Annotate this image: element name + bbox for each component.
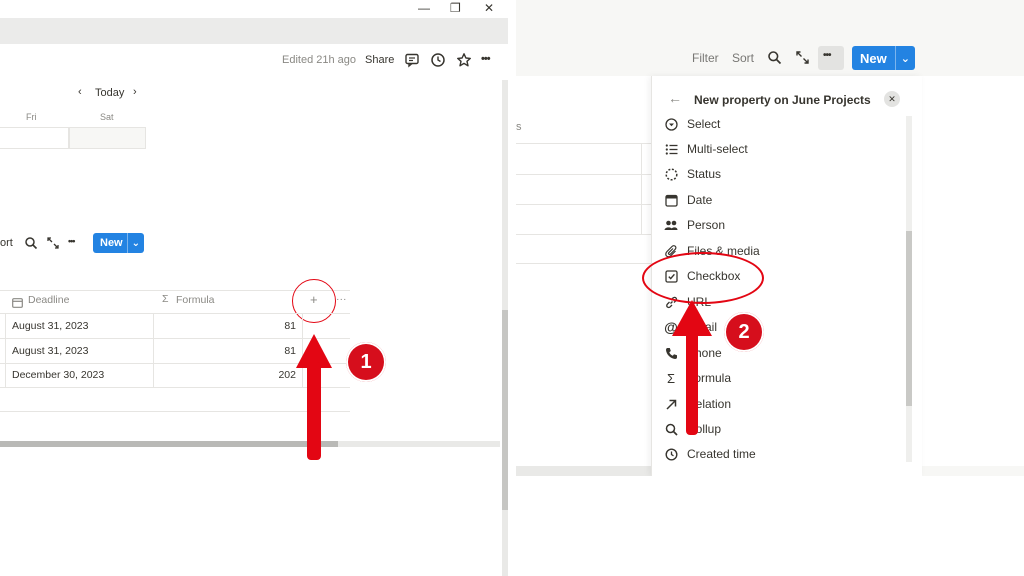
property-type-select[interactable]: Select [664,113,720,135]
select-icon [664,117,678,131]
share-button[interactable]: Share [365,54,394,66]
highlight-ellipse-checkbox [642,252,764,304]
row-divider [516,234,651,235]
phone-icon [664,346,678,360]
table-cell-deadline[interactable]: December 30, 2023 [12,369,104,381]
row-divider [0,411,350,412]
person-icon [664,218,678,232]
view-more-button[interactable]: ••• [68,236,76,246]
horizontal-scrollbar-track[interactable] [516,466,651,476]
expand-icon[interactable] [795,50,810,65]
arrow-up-right-icon [664,397,678,411]
sort-button[interactable]: ort [0,237,13,249]
filter-button[interactable]: Filter [692,51,719,65]
row-divider [516,263,651,264]
row-divider [516,174,651,175]
today-button[interactable]: Today [95,87,124,99]
annotation-arrow-shaft [307,362,321,460]
sort-button[interactable]: Sort [732,51,754,65]
expand-icon[interactable] [46,236,60,250]
chevron-down-icon[interactable]: ⌄ [126,233,144,253]
annotation-arrow-shaft [686,330,698,435]
day-header-fri: Fri [26,112,37,122]
new-button[interactable]: New ⌄ [93,233,144,253]
more-options-button[interactable]: ••• [481,53,491,65]
step-number-badge: 2 [724,312,764,352]
clock-icon [664,447,678,461]
col-divider [153,313,154,387]
calendar-cell-fri[interactable] [0,127,69,149]
list-icon [664,142,678,156]
property-type-label: Date [687,193,713,207]
minimize-button[interactable]: — [418,1,430,15]
new-button[interactable]: New ⌄ [852,46,915,70]
property-type-multi-select[interactable]: Multi-select [664,138,748,160]
sigma-icon: Σ [162,293,169,305]
table-cell-formula[interactable]: 81 [160,345,296,357]
property-type-label: Status [687,167,722,181]
row-divider [0,313,350,314]
chevron-down-icon[interactable]: ⌄ [894,46,915,70]
property-type-label: Person [687,218,726,232]
row-divider [0,387,350,388]
column-header-deadline[interactable]: Deadline [28,294,69,306]
page-area-bottom [516,476,1024,576]
table-cell-deadline[interactable]: August 31, 2023 [12,345,88,357]
calendar-icon [664,193,678,207]
search-icon [664,422,678,436]
back-arrow-icon[interactable]: ← [668,90,682,106]
clock-icon[interactable] [430,52,446,68]
menu-scrollbar-thumb[interactable] [906,231,912,406]
page-area [0,44,508,576]
tab-strip [0,18,508,44]
search-icon[interactable] [767,50,782,65]
property-type-label: Created time [687,447,756,461]
close-window-button[interactable]: ✕ [484,1,494,15]
property-type-date[interactable]: Date [664,189,712,211]
calendar-prev-button[interactable]: ‹ [78,86,82,98]
menu-title: New property on June Projects [694,93,871,107]
property-type-label: Multi-select [687,142,748,156]
window-titlebar [0,0,508,18]
horizontal-scrollbar-thumb[interactable] [0,441,338,447]
new-button-label: New [860,50,887,66]
highlight-circle-add [292,279,336,323]
restore-button[interactable]: ❐ [450,1,461,15]
search-icon[interactable] [24,236,38,250]
edited-timestamp: Edited 21h ago [282,54,357,66]
property-type-person[interactable]: Person [664,214,725,236]
row-divider [516,143,651,144]
property-type-status[interactable]: Status [664,163,721,185]
more-icon: ••• [823,50,831,61]
calendar-icon [12,295,23,308]
calendar-next-button[interactable]: › [133,86,137,98]
col-divider [5,313,6,387]
column-header-formula[interactable]: Formula [176,294,215,306]
table-cell-formula[interactable]: 81 [160,320,296,332]
property-type-label: Select [687,117,721,131]
col-divider [641,143,642,234]
vertical-scrollbar-thumb[interactable] [502,310,508,510]
sigma-icon: Σ [666,370,676,386]
status-icon [664,167,678,181]
star-icon[interactable] [456,52,472,68]
comment-icon[interactable] [404,52,420,68]
left-screenshot-panel: — ❐ ✕ Edited 21h ago Share ••• ‹ Today ›… [0,0,508,576]
view-more-button[interactable]: ••• [818,46,844,70]
day-header-sat: Sat [100,112,114,122]
table-cell-formula[interactable]: 202 [160,369,296,381]
property-type-created-time[interactable]: Created time [664,443,756,465]
right-screenshot-panel: Filter Sort ••• New ⌄ s ← New property o… [516,0,1024,576]
calendar-cell-sat[interactable] [69,127,146,149]
column-more-button[interactable]: ··· [336,293,347,305]
new-button-label: New [100,237,123,249]
step-number-badge: 1 [346,342,386,382]
table-cell-deadline[interactable]: August 31, 2023 [12,320,88,332]
partial-column-header: s [516,121,522,133]
close-icon[interactable]: ✕ [884,91,900,107]
row-divider [516,204,651,205]
